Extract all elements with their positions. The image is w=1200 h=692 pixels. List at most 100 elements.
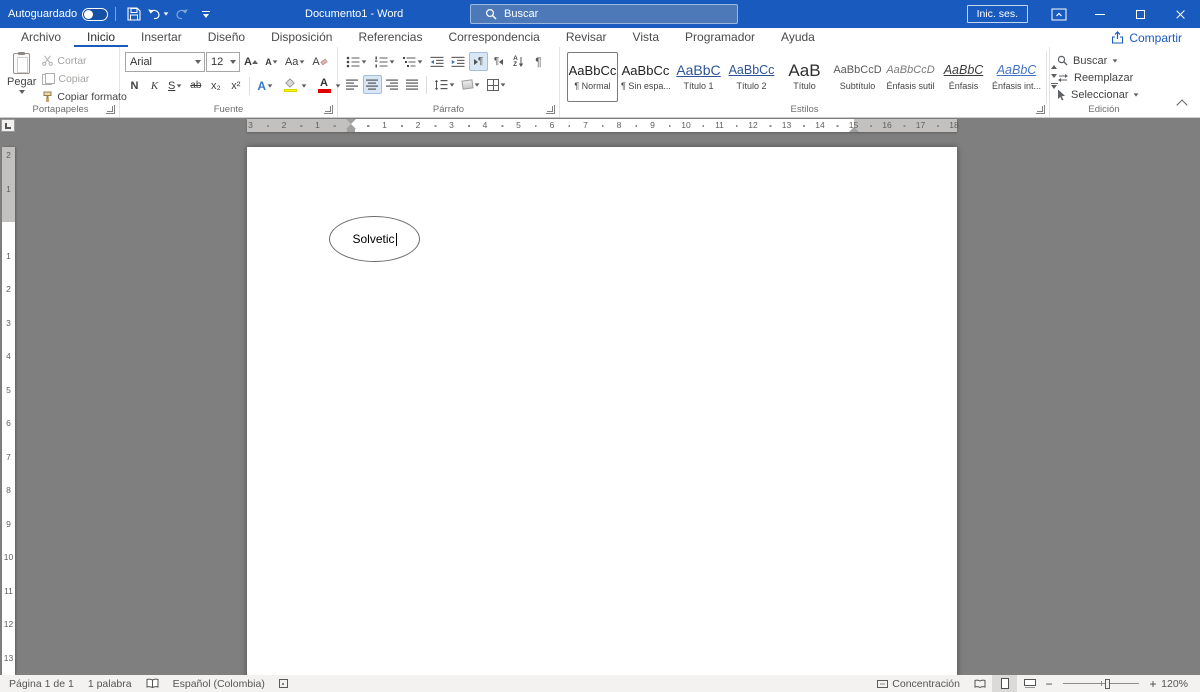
- bold-button[interactable]: N: [125, 76, 144, 95]
- cut-button[interactable]: Cortar: [39, 52, 129, 69]
- shrink-font-button[interactable]: A: [262, 53, 281, 72]
- font-name-input[interactable]: [130, 56, 192, 68]
- tab-diseno[interactable]: Diseño: [195, 28, 258, 47]
- shading-button[interactable]: [459, 75, 483, 94]
- undo-button[interactable]: [147, 3, 169, 25]
- replace-button[interactable]: Reemplazar: [1055, 70, 1141, 85]
- font-separator: [249, 76, 251, 95]
- ribbon-display-options-button[interactable]: [1044, 0, 1074, 28]
- format-painter-button[interactable]: Copiar formato: [39, 88, 129, 105]
- zoom-in-button[interactable]: +: [1146, 677, 1160, 691]
- style-subtitle[interactable]: AaBbCcD Subtítulo: [832, 52, 883, 102]
- save-button[interactable]: [123, 3, 145, 25]
- tab-vista[interactable]: Vista: [620, 28, 672, 47]
- maximize-button[interactable]: [1120, 0, 1160, 28]
- multilevel-list-button[interactable]: [399, 52, 426, 71]
- share-button[interactable]: Compartir: [1111, 28, 1182, 47]
- style-no-spacing[interactable]: AaBbCc ¶ Sin espa...: [620, 52, 671, 102]
- language-status[interactable]: Español (Colombia): [166, 675, 272, 692]
- find-label: Buscar: [1073, 54, 1108, 67]
- underline-button[interactable]: S: [165, 76, 185, 95]
- group-editing: Buscar Reemplazar Seleccionar Edición: [1050, 47, 1158, 117]
- page-number-status[interactable]: Página 1 de 1: [2, 675, 81, 692]
- macro-record-button[interactable]: [272, 675, 295, 692]
- grow-font-button[interactable]: A: [241, 53, 261, 72]
- style-normal[interactable]: AaBbCc ¶ Normal: [567, 52, 618, 102]
- tab-stop-icon: [5, 122, 11, 129]
- align-center-button[interactable]: [363, 75, 382, 94]
- zoom-level[interactable]: 120%: [1160, 678, 1198, 690]
- decrease-indent-button[interactable]: [427, 52, 447, 71]
- find-button[interactable]: Buscar: [1055, 53, 1141, 68]
- align-left-button[interactable]: [343, 75, 362, 94]
- increase-indent-button[interactable]: [448, 52, 468, 71]
- subscript-button[interactable]: x₂: [206, 76, 225, 95]
- numbering-button[interactable]: [371, 52, 398, 71]
- tab-referencias[interactable]: Referencias: [345, 28, 435, 47]
- word-count-status[interactable]: 1 palabra: [81, 675, 139, 692]
- rtl-direction-button[interactable]: ¶: [489, 52, 508, 71]
- tab-correspondencia[interactable]: Correspondencia: [435, 28, 552, 47]
- font-size-input[interactable]: [211, 56, 227, 68]
- tab-programador[interactable]: Programador: [672, 28, 768, 47]
- sign-in-button[interactable]: Inic. ses.: [966, 5, 1028, 23]
- strikethrough-button[interactable]: ab: [186, 76, 205, 95]
- tab-revisar[interactable]: Revisar: [553, 28, 620, 47]
- style-subtle-emphasis[interactable]: AaBbCcD Énfasis sutil: [885, 52, 936, 102]
- zoom-slider[interactable]: [1063, 678, 1139, 689]
- oval-shape[interactable]: Solvetic: [329, 216, 420, 262]
- tab-insertar[interactable]: Insertar: [128, 28, 195, 47]
- highlight-button[interactable]: [277, 76, 310, 95]
- zoom-out-button[interactable]: −: [1042, 677, 1056, 691]
- right-indent-marker[interactable]: [849, 127, 859, 132]
- clear-formatting-button[interactable]: A: [309, 53, 329, 72]
- show-formatting-marks-button[interactable]: ¶: [529, 52, 548, 71]
- tab-ayuda[interactable]: Ayuda: [768, 28, 828, 47]
- customize-qat-button[interactable]: [195, 3, 217, 25]
- font-name-combo[interactable]: [125, 52, 205, 72]
- style-emphasis[interactable]: AaBbC Énfasis: [938, 52, 989, 102]
- ltr-direction-button[interactable]: ¶: [469, 52, 488, 71]
- font-size-combo[interactable]: [206, 52, 240, 72]
- minimize-button[interactable]: [1080, 0, 1120, 28]
- ruler-number: 14: [815, 120, 825, 130]
- web-layout-button[interactable]: [1017, 675, 1042, 692]
- autosave-toggle[interactable]: [82, 7, 109, 21]
- align-center-icon: [366, 79, 379, 90]
- focus-mode-button[interactable]: Concentración: [870, 675, 967, 692]
- tab-stop-selector[interactable]: [1, 119, 15, 132]
- collapse-ribbon-button[interactable]: [1176, 99, 1188, 111]
- left-indent-marker[interactable]: [347, 129, 355, 132]
- italic-button[interactable]: K: [145, 76, 164, 95]
- superscript-button[interactable]: x²: [226, 76, 245, 95]
- sort-button[interactable]: AZ: [509, 52, 528, 71]
- tab-disposicion[interactable]: Disposición: [258, 28, 345, 47]
- align-right-button[interactable]: [383, 75, 402, 94]
- read-mode-button[interactable]: [967, 675, 992, 692]
- select-button[interactable]: Seleccionar: [1055, 87, 1141, 102]
- change-case-button[interactable]: Aa: [282, 53, 308, 72]
- style-intense-emphasis[interactable]: AaBbC Énfasis int...: [991, 52, 1042, 102]
- tab-archivo[interactable]: Archivo: [8, 28, 74, 47]
- close-button[interactable]: [1160, 0, 1200, 28]
- change-case-dropdown-icon: [300, 60, 305, 64]
- tab-inicio[interactable]: Inicio: [74, 28, 129, 47]
- line-spacing-dropdown-icon: [449, 82, 455, 87]
- redo-button[interactable]: [171, 3, 193, 25]
- document-page[interactable]: Solvetic: [247, 147, 957, 675]
- text-effects-button[interactable]: A: [254, 76, 276, 95]
- borders-button[interactable]: [484, 75, 509, 94]
- search-box[interactable]: Buscar: [470, 4, 738, 24]
- zoom-slider-thumb[interactable]: [1104, 678, 1110, 689]
- copy-button[interactable]: Copiar: [39, 70, 129, 87]
- line-spacing-button[interactable]: [431, 75, 458, 94]
- paste-button[interactable]: Pegar: [7, 51, 36, 94]
- print-layout-button[interactable]: [992, 675, 1017, 692]
- justify-button[interactable]: [403, 75, 422, 94]
- proofing-status[interactable]: [139, 675, 166, 692]
- align-left-icon: [346, 79, 359, 90]
- style-title[interactable]: AaB Título: [779, 52, 830, 102]
- bullets-button[interactable]: [343, 52, 370, 71]
- style-heading1[interactable]: AaBbC Título 1: [673, 52, 724, 102]
- style-heading2[interactable]: AaBbCc Título 2: [726, 52, 777, 102]
